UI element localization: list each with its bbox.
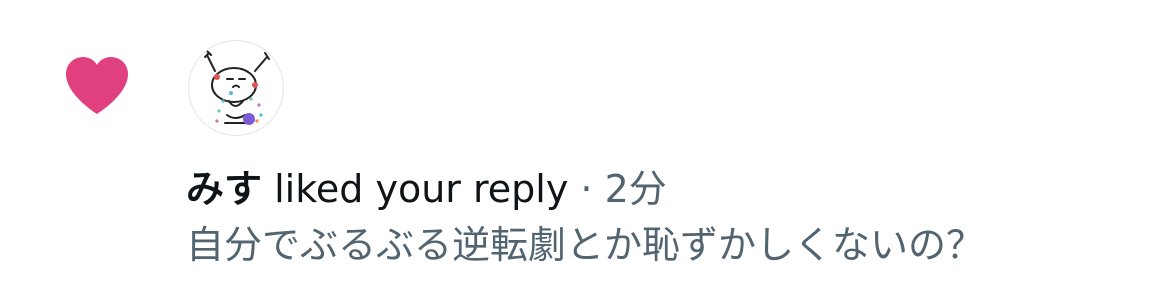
separator-dot: · (580, 167, 593, 211)
username-link[interactable]: みす (186, 167, 262, 211)
notification-headline: みす liked your reply · 2分 (186, 164, 1146, 214)
action-text: liked your reply (274, 167, 569, 211)
heart-icon (64, 56, 130, 116)
notification-content: みす liked your reply · 2分 自分でぶるぶる逆転劇とか恥ずか… (186, 164, 1146, 270)
timestamp: 2分 (604, 167, 667, 211)
like-notification[interactable]: みす liked your reply · 2分 自分でぶるぶる逆転劇とか恥ずか… (0, 0, 1170, 304)
reply-preview-text[interactable]: 自分でぶるぶる逆転劇とか恥ずかしくないの？ (186, 220, 1146, 270)
user-avatar[interactable] (188, 40, 284, 136)
